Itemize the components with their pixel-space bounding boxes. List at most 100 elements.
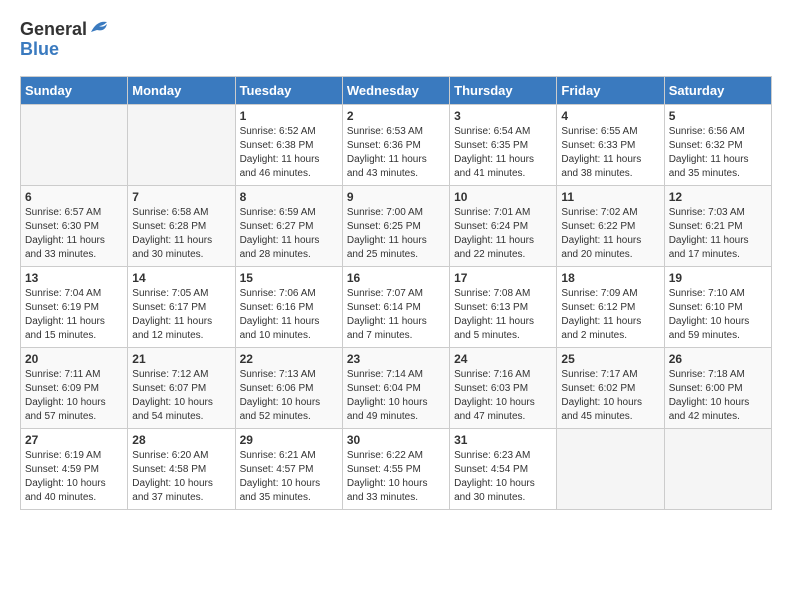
sunrise-text: Sunrise: 6:19 AM xyxy=(25,449,123,463)
calendar-day-cell xyxy=(21,104,128,185)
sunset-text: Sunset: 4:55 PM xyxy=(347,463,445,477)
day-info: Sunrise: 6:52 AMSunset: 6:38 PMDaylight:… xyxy=(240,125,338,181)
page-header: General Blue xyxy=(20,20,772,60)
daylight-text: Daylight: 10 hours and 47 minutes. xyxy=(454,396,552,424)
calendar-day-cell: 11 Sunrise: 7:02 AMSunset: 6:22 PMDayligh… xyxy=(557,185,664,266)
calendar-day-cell xyxy=(664,428,771,509)
calendar-day-cell: 24Sunrise: 7:16 AMSunset: 6:03 PMDayligh… xyxy=(450,347,557,428)
daylight-text: Daylight: 10 hours and 33 minutes. xyxy=(347,477,445,505)
day-number: 5 xyxy=(669,109,767,123)
day-info: Sunrise: 6:20 AMSunset: 4:58 PMDaylight:… xyxy=(132,449,230,505)
calendar-day-cell: 14 Sunrise: 7:05 AMSunset: 6:17 PMDayligh… xyxy=(128,266,235,347)
calendar-day-cell: 6 Sunrise: 6:57 AMSunset: 6:30 PMDaylight… xyxy=(21,185,128,266)
calendar-day-cell: 31Sunrise: 6:23 AMSunset: 4:54 PMDayligh… xyxy=(450,428,557,509)
sunset-text: Sunset: 6:38 PM xyxy=(240,139,338,153)
sunset-text: Sunset: 6:12 PM xyxy=(561,301,659,315)
day-info: Sunrise: 7:07 AMSunset: 6:14 PMDaylight:… xyxy=(347,287,445,343)
day-info: Sunrise: 7:04 AMSunset: 6:19 PMDaylight:… xyxy=(25,287,123,343)
calendar-day-cell: 27Sunrise: 6:19 AMSunset: 4:59 PMDayligh… xyxy=(21,428,128,509)
calendar-day-cell: 25Sunrise: 7:17 AMSunset: 6:02 PMDayligh… xyxy=(557,347,664,428)
calendar-day-cell: 23Sunrise: 7:14 AMSunset: 6:04 PMDayligh… xyxy=(342,347,449,428)
day-number: 8 xyxy=(240,190,338,204)
day-info: Sunrise: 7:16 AMSunset: 6:03 PMDaylight:… xyxy=(454,368,552,424)
daylight-text: Daylight: 10 hours and 45 minutes. xyxy=(561,396,659,424)
day-info: Sunrise: 7:10 AMSunset: 6:10 PMDaylight:… xyxy=(669,287,767,343)
sunrise-text: Sunrise: 6:23 AM xyxy=(454,449,552,463)
day-number: 11 xyxy=(561,190,659,204)
calendar-body: 1Sunrise: 6:52 AMSunset: 6:38 PMDaylight… xyxy=(21,104,772,509)
sunset-text: Sunset: 6:00 PM xyxy=(669,382,767,396)
sunset-text: Sunset: 6:06 PM xyxy=(240,382,338,396)
daylight-text: Daylight: 10 hours and 49 minutes. xyxy=(347,396,445,424)
sunset-text: Sunset: 6:19 PM xyxy=(25,301,123,315)
daylight-text: Daylight: 11 hours and 12 minutes. xyxy=(132,315,230,343)
daylight-text: Daylight: 11 hours and 30 minutes. xyxy=(132,234,230,262)
calendar-day-cell: 16 Sunrise: 7:07 AMSunset: 6:14 PMDayligh… xyxy=(342,266,449,347)
day-info: Sunrise: 7:02 AMSunset: 6:22 PMDaylight:… xyxy=(561,206,659,262)
sunrise-text: Sunrise: 7:03 AM xyxy=(669,206,767,220)
daylight-text: Daylight: 11 hours and 35 minutes. xyxy=(669,153,767,181)
day-number: 12 xyxy=(669,190,767,204)
daylight-text: Daylight: 11 hours and 41 minutes. xyxy=(454,153,552,181)
calendar-day-cell: 4 Sunrise: 6:55 AMSunset: 6:33 PMDaylight… xyxy=(557,104,664,185)
day-info: Sunrise: 7:08 AMSunset: 6:13 PMDaylight:… xyxy=(454,287,552,343)
sunrise-text: Sunrise: 7:18 AM xyxy=(669,368,767,382)
day-info: Sunrise: 7:12 AMSunset: 6:07 PMDaylight:… xyxy=(132,368,230,424)
sunrise-text: Sunrise: 7:08 AM xyxy=(454,287,552,301)
logo: General Blue xyxy=(20,20,109,60)
calendar-day-cell: 2Sunrise: 6:53 AMSunset: 6:36 PMDaylight… xyxy=(342,104,449,185)
day-number: 16 xyxy=(347,271,445,285)
day-number: 26 xyxy=(669,352,767,366)
sunset-text: Sunset: 6:22 PM xyxy=(561,220,659,234)
sunrise-text: Sunrise: 7:07 AM xyxy=(347,287,445,301)
sunrise-text: Sunrise: 6:56 AM xyxy=(669,125,767,139)
sunrise-text: Sunrise: 7:17 AM xyxy=(561,368,659,382)
day-info: Sunrise: 7:05 AMSunset: 6:17 PMDaylight:… xyxy=(132,287,230,343)
sunrise-text: Sunrise: 7:05 AM xyxy=(132,287,230,301)
sunset-text: Sunset: 6:10 PM xyxy=(669,301,767,315)
day-number: 6 xyxy=(25,190,123,204)
daylight-text: Daylight: 11 hours and 10 minutes. xyxy=(240,315,338,343)
logo-bird-icon xyxy=(89,18,109,38)
sunset-text: Sunset: 6:25 PM xyxy=(347,220,445,234)
sunrise-text: Sunrise: 6:52 AM xyxy=(240,125,338,139)
sunrise-text: Sunrise: 6:58 AM xyxy=(132,206,230,220)
day-number: 1 xyxy=(240,109,338,123)
calendar-day-cell: 29Sunrise: 6:21 AMSunset: 4:57 PMDayligh… xyxy=(235,428,342,509)
calendar-week-row: 13Sunrise: 7:04 AMSunset: 6:19 PMDayligh… xyxy=(21,266,772,347)
sunrise-text: Sunrise: 6:20 AM xyxy=(132,449,230,463)
daylight-text: Daylight: 10 hours and 35 minutes. xyxy=(240,477,338,505)
sunrise-text: Sunrise: 6:55 AM xyxy=(561,125,659,139)
day-number: 23 xyxy=(347,352,445,366)
sunset-text: Sunset: 6:33 PM xyxy=(561,139,659,153)
day-info: Sunrise: 6:19 AMSunset: 4:59 PMDaylight:… xyxy=(25,449,123,505)
day-info: Sunrise: 6:21 AMSunset: 4:57 PMDaylight:… xyxy=(240,449,338,505)
logo-blue-text: Blue xyxy=(20,40,109,60)
calendar-day-cell: 17 Sunrise: 7:08 AMSunset: 6:13 PMDayligh… xyxy=(450,266,557,347)
day-number: 17 xyxy=(454,271,552,285)
daylight-text: Daylight: 11 hours and 46 minutes. xyxy=(240,153,338,181)
calendar-day-cell: 5Sunrise: 6:56 AMSunset: 6:32 PMDaylight… xyxy=(664,104,771,185)
sunset-text: Sunset: 6:16 PM xyxy=(240,301,338,315)
day-info: Sunrise: 7:09 AMSunset: 6:12 PMDaylight:… xyxy=(561,287,659,343)
day-info: Sunrise: 7:17 AMSunset: 6:02 PMDaylight:… xyxy=(561,368,659,424)
daylight-text: Daylight: 11 hours and 38 minutes. xyxy=(561,153,659,181)
daylight-text: Daylight: 11 hours and 20 minutes. xyxy=(561,234,659,262)
sunrise-text: Sunrise: 6:22 AM xyxy=(347,449,445,463)
sunset-text: Sunset: 6:02 PM xyxy=(561,382,659,396)
day-number: 21 xyxy=(132,352,230,366)
sunset-text: Sunset: 6:21 PM xyxy=(669,220,767,234)
day-info: Sunrise: 7:00 AMSunset: 6:25 PMDaylight:… xyxy=(347,206,445,262)
calendar-day-cell xyxy=(128,104,235,185)
day-number: 14 xyxy=(132,271,230,285)
calendar-day-cell: 22Sunrise: 7:13 AMSunset: 6:06 PMDayligh… xyxy=(235,347,342,428)
calendar-week-row: 1Sunrise: 6:52 AMSunset: 6:38 PMDaylight… xyxy=(21,104,772,185)
daylight-text: Daylight: 11 hours and 2 minutes. xyxy=(561,315,659,343)
sunset-text: Sunset: 6:30 PM xyxy=(25,220,123,234)
day-number: 4 xyxy=(561,109,659,123)
day-number: 30 xyxy=(347,433,445,447)
calendar-day-cell: 13Sunrise: 7:04 AMSunset: 6:19 PMDayligh… xyxy=(21,266,128,347)
sunrise-text: Sunrise: 6:57 AM xyxy=(25,206,123,220)
sunrise-text: Sunrise: 7:12 AM xyxy=(132,368,230,382)
daylight-text: Daylight: 11 hours and 33 minutes. xyxy=(25,234,123,262)
